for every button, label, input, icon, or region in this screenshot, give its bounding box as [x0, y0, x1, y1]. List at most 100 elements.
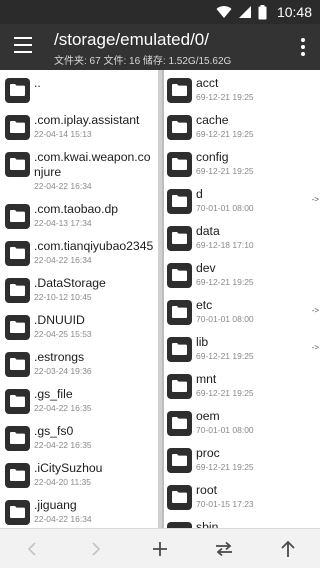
folder-icon — [167, 115, 192, 140]
item-name: .com.taobao.dp — [34, 202, 119, 216]
go-up-button[interactable] — [256, 529, 320, 568]
list-item[interactable]: cache 69-12-21 19:25 — [162, 107, 320, 144]
folder-icon — [167, 300, 192, 325]
list-item[interactable]: sbin70-01-01 08:00 — [162, 514, 320, 528]
item-name: oem — [196, 409, 220, 423]
item-name: data — [196, 224, 220, 238]
back-button[interactable] — [0, 529, 64, 568]
hamburger-menu-icon[interactable] — [14, 37, 34, 57]
arrow-up-icon — [281, 540, 295, 557]
folder-icon — [5, 500, 30, 525]
list-item[interactable]: root 70-01-15 17:23 — [162, 477, 320, 514]
current-path-title: /storage/emulated/0/ — [54, 30, 209, 49]
list-item[interactable]: .jiguang 22-04-22 16:34 — [0, 492, 158, 528]
list-item[interactable]: data 69-12-18 17:10 — [162, 218, 320, 255]
item-date: 69-12-21 19:25 — [196, 129, 254, 139]
status-bar: 10:48 — [0, 0, 320, 24]
folder-icon — [5, 204, 30, 229]
list-item[interactable]: .gs_file 22-04-22 16:35 — [0, 381, 158, 418]
toolbar: /storage/emulated/0/ 文件夹: 67 文件: 16 储存: … — [0, 24, 320, 70]
folder-icon — [5, 315, 30, 340]
item-name: cache — [196, 113, 229, 127]
item-date: 22-10-12 10:45 — [34, 292, 92, 302]
swap-panes-button[interactable] — [192, 529, 256, 568]
item-date: 22-04-22 16:34 — [34, 181, 92, 191]
folder-icon — [167, 189, 192, 214]
item-name: etc — [196, 298, 213, 312]
item-name: .com.kwai.weapon.conjure — [34, 150, 151, 179]
folder-icon — [167, 78, 192, 103]
list-item[interactable]: .iCitySuzhou 22-04-20 11:35 — [0, 455, 158, 492]
item-date: 70-01-01 08:00 — [196, 425, 254, 435]
item-name: lib — [196, 335, 209, 349]
list-item[interactable]: .com.iplay.assistant 22-04-14 15:13 — [0, 107, 158, 144]
dual-pane-container: .. .com.iplay.assistant 22-04-14 15:13 .com… — [0, 70, 320, 528]
item-date: 69-12-21 19:25 — [196, 462, 254, 472]
folder-icon — [167, 226, 192, 251]
item-name: mnt — [196, 372, 217, 386]
item-date: 22-04-22 16:34 — [34, 514, 92, 524]
left-file-pane[interactable]: .. .com.iplay.assistant 22-04-14 15:13 .com… — [0, 70, 158, 528]
item-date: 22-04-22 16:35 — [34, 403, 92, 413]
storage-summary: 文件夹: 67 文件: 16 储存: 1.52G/15.62G — [54, 56, 232, 67]
item-name: .iCitySuzhou — [34, 461, 103, 475]
item-date: 22-04-13 17:34 — [34, 218, 92, 228]
add-button[interactable] — [128, 529, 192, 568]
folder-icon — [5, 115, 30, 140]
list-item[interactable]: config 69-12-21 19:25 — [162, 144, 320, 181]
symlink-indicator: -> — [311, 306, 319, 315]
item-date: 69-12-21 19:25 — [196, 388, 254, 398]
folder-icon — [167, 411, 192, 436]
folder-icon — [5, 426, 30, 451]
forward-button[interactable] — [64, 529, 128, 568]
list-item[interactable]: mnt 69-12-21 19:25 — [162, 366, 320, 403]
item-date: 22-04-20 11:35 — [34, 477, 92, 487]
folder-icon — [167, 374, 192, 399]
list-item[interactable]: .com.taobao.dp 22-04-13 17:34 — [0, 196, 158, 233]
list-item[interactable]: oem 70-01-01 08:00 — [162, 403, 320, 440]
list-item[interactable]: .estrongs 22-03-24 19:36 — [0, 344, 158, 381]
more-vert-icon[interactable] — [300, 38, 306, 56]
item-name: config — [196, 150, 229, 164]
item-name: .gs_file — [34, 387, 73, 401]
right-file-pane[interactable]: acct 69-12-21 19:25 cache 69-12-21 19:25 con… — [162, 70, 320, 528]
list-item[interactable]: .gs_fs0 22-04-22 16:35 — [0, 418, 158, 455]
swap-arrows-icon — [216, 541, 232, 556]
folder-icon — [5, 241, 30, 266]
folder-icon — [5, 152, 30, 177]
folder-icon — [167, 263, 192, 288]
list-item[interactable]: lib 69-12-21 19:25 -> — [162, 329, 320, 366]
plus-icon — [153, 541, 167, 556]
list-item[interactable]: acct 69-12-21 19:25 — [162, 70, 320, 107]
list-item[interactable]: .DataStorage 22-10-12 10:45 — [0, 270, 158, 307]
list-item[interactable]: .com.kwai.weapon.conjure 22-04-22 16:34 — [0, 144, 158, 196]
item-name: .jiguang — [34, 498, 77, 512]
item-date: 69-12-21 19:25 — [196, 351, 254, 361]
wifi-icon — [216, 6, 232, 19]
item-name: root — [196, 483, 218, 497]
bottom-action-bar — [0, 528, 320, 568]
item-name: .estrongs — [34, 350, 85, 364]
list-item[interactable]: dev 69-12-21 19:25 — [162, 255, 320, 292]
item-name: dev — [196, 261, 216, 275]
item-name: .com.iplay.assistant — [34, 113, 140, 127]
item-name: .. — [34, 76, 41, 90]
item-date: 22-04-22 16:34 — [34, 255, 92, 265]
list-item[interactable]: .. — [0, 70, 158, 107]
list-item[interactable]: .DNUUID 22-04-25 15:53 — [0, 307, 158, 344]
item-name: acct — [196, 76, 219, 90]
item-date: 69-12-21 19:25 — [196, 92, 254, 102]
item-date: 22-03-24 19:36 — [34, 366, 92, 376]
list-item[interactable]: proc 69-12-21 19:25 — [162, 440, 320, 477]
item-date: 22-04-22 16:35 — [34, 440, 92, 450]
list-item[interactable]: .com.tianqiyubao2345 22-04-22 16:34 — [0, 233, 158, 270]
list-item[interactable]: d 70-01-01 08:00 -> — [162, 181, 320, 218]
folder-icon — [5, 463, 30, 488]
status-time: 10:48 — [276, 4, 312, 20]
symlink-indicator: -> — [311, 343, 319, 352]
item-date: 22-04-14 15:13 — [34, 129, 92, 139]
folder-icon — [167, 152, 192, 177]
item-date: 22-04-25 15:53 — [34, 329, 92, 339]
list-item[interactable]: etc 70-01-01 08:00 -> — [162, 292, 320, 329]
item-date: 70-01-15 17:23 — [196, 499, 254, 509]
